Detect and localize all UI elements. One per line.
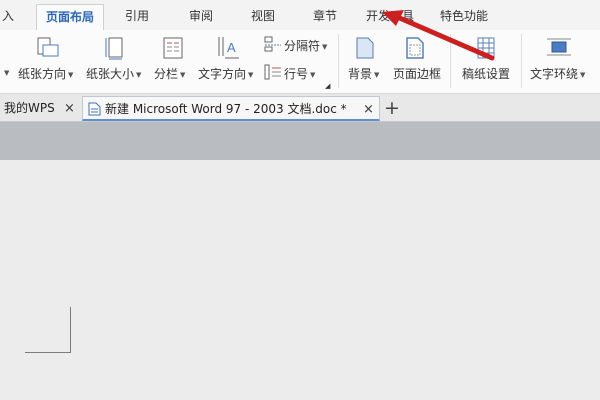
text-direction-icon: A	[218, 37, 239, 59]
document-icon	[88, 102, 101, 116]
svg-text:A: A	[227, 40, 236, 55]
columns-button[interactable]: 分栏 ▼	[154, 65, 185, 82]
tab-active-document[interactable]: 新建 Microsoft Word 97 - 2003 文档.doc * ×	[82, 96, 380, 121]
page-orientation-icon	[37, 37, 59, 57]
group-divider	[338, 34, 339, 88]
tab-my-wps[interactable]: 我的WPS ×	[0, 96, 82, 121]
page-setup-launcher-icon[interactable]: ◢	[325, 82, 330, 90]
manuscript-grid-icon	[477, 37, 495, 59]
tab-insert[interactable]: 入	[0, 4, 18, 30]
tab-view[interactable]: 视图	[246, 4, 280, 30]
tab-review[interactable]: 审阅	[184, 4, 218, 30]
tab-developer-tools[interactable]: 开发工具	[362, 4, 418, 30]
document-tab-bar: 我的WPS × 新建 Microsoft Word 97 - 2003 文档.d…	[0, 94, 600, 122]
ribbon-tab-bar: 入 页面布局 引用 审阅 视图 章节 开发工具 特色功能	[0, 0, 600, 30]
background-icon	[356, 37, 374, 59]
page-margin-corner-mark	[25, 352, 71, 353]
ribbon-toolbar: ▼ 纸张方向 ▼ 纸张大小 ▼ 分栏 ▼ A 文字方向 ▼ 分隔符 ▼ 行号 ▼…	[0, 30, 600, 94]
manuscript-settings-button[interactable]: 稿纸设置	[462, 65, 510, 82]
margins-dropdown-arrow[interactable]: ▼	[2, 65, 9, 79]
ruler-band	[0, 122, 600, 160]
tab-page-layout[interactable]: 页面布局	[36, 4, 104, 30]
new-tab-button[interactable]: +	[384, 96, 400, 120]
paper-size-icon	[105, 37, 123, 60]
group-divider	[521, 34, 522, 88]
close-tab-icon[interactable]: ×	[363, 97, 374, 122]
text-wrap-button[interactable]: 文字环绕 ▼	[530, 65, 585, 82]
text-wrap-icon	[547, 38, 571, 56]
page-border-icon	[406, 37, 424, 59]
page-margin-corner-mark	[70, 307, 71, 353]
separator-button[interactable]: 分隔符 ▼	[284, 37, 327, 54]
page-orientation-button[interactable]: 纸张方向 ▼	[18, 65, 73, 82]
page-border-button[interactable]: 页面边框	[393, 65, 441, 82]
group-divider	[450, 34, 451, 88]
tab-special-features[interactable]: 特色功能	[436, 4, 492, 30]
tab-chapter[interactable]: 章节	[308, 4, 342, 30]
line-number-button[interactable]: 行号 ▼	[284, 65, 315, 82]
document-canvas[interactable]	[0, 160, 600, 400]
tab-references[interactable]: 引用	[120, 4, 154, 30]
line-number-icon	[264, 64, 281, 80]
columns-icon	[163, 37, 183, 59]
close-tab-icon[interactable]: ×	[64, 96, 75, 121]
text-direction-button[interactable]: 文字方向 ▼	[198, 65, 253, 82]
separator-icon	[264, 36, 281, 52]
background-button[interactable]: 背景 ▼	[348, 65, 379, 82]
paper-size-button[interactable]: 纸张大小 ▼	[86, 65, 141, 82]
